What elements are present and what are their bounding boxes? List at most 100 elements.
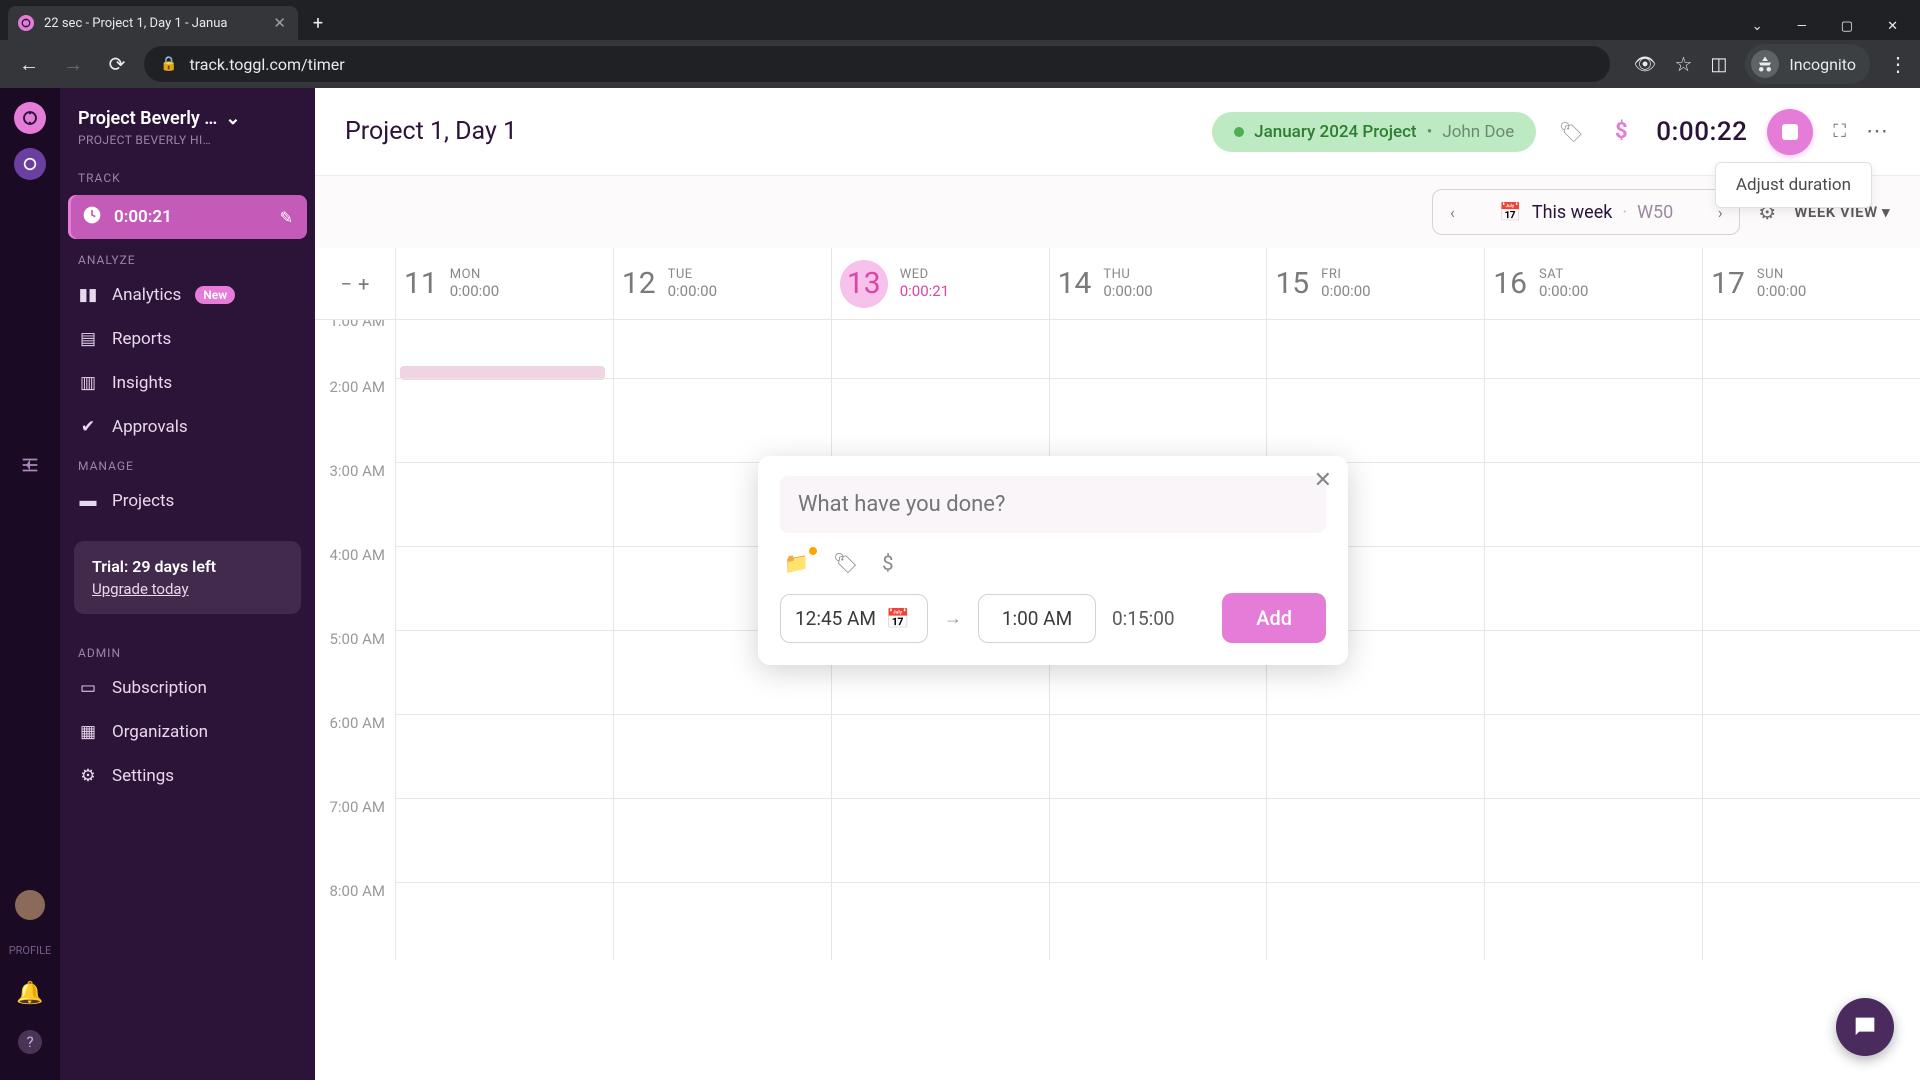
sidebar-item-settings[interactable]: ⚙Settings [60,754,315,798]
profile-avatar-icon[interactable] [15,890,45,920]
entry-title[interactable]: Project 1, Day 1 [345,117,517,146]
tag-icon[interactable]: 🏷 [1556,120,1586,144]
profile-label: PROFILE [9,944,52,957]
running-timer-entry[interactable]: 0:00:21 ✎ [68,195,307,239]
project-color-dot [1234,127,1244,137]
favicon-icon [18,15,34,31]
reload-button[interactable]: ⟳ [100,47,134,81]
week-number: W50 [1637,202,1673,223]
duration-display[interactable]: 0:15:00 [1112,607,1175,630]
sidebar-item-projects[interactable]: ▬Projects [60,479,315,523]
more-icon[interactable]: ⋯ [1866,119,1890,144]
hour-label: 3:00 AM [315,462,395,546]
day-header-fri[interactable]: 15FRI0:00:00 [1266,248,1484,319]
sidebar-item-reports[interactable]: ▤Reports [60,317,315,361]
close-tab-icon[interactable]: ✕ [273,14,286,32]
folder-icon: ▬ [78,491,98,511]
zoom-out-button[interactable]: − [341,272,352,296]
browser-chrome: 22 sec - Project 1, Day 1 - Janua ✕ + ⌄ … [0,0,1920,88]
trial-title: Trial: 29 days left [92,557,283,576]
app-rail: PROFILE 🔔 ? [0,88,60,1080]
project-chip[interactable]: January 2024 Project • John Doe [1212,112,1536,152]
card-icon: ▭ [78,678,98,698]
day-header-mon[interactable]: 11MON0:00:00 [395,248,613,319]
day-header-tue[interactable]: 12TUE0:00:00 [613,248,831,319]
trial-card: Trial: 29 days left Upgrade today [74,541,301,614]
forward-button: → [56,47,90,81]
timer-bar: Project 1, Day 1 January 2024 Project • … [315,88,1920,176]
extensions-icon[interactable]: ◫ [1710,54,1727,75]
chrome-menu-icon[interactable]: ⋮ [1888,52,1908,76]
day-headers: − + 11MON0:00:00 12TUE0:00:00 13WED0:00:… [315,248,1920,320]
time-gutter: 1:00 AM 2:00 AM 3:00 AM 4:00 AM 5:00 AM … [315,320,395,960]
day-column[interactable] [1484,320,1702,960]
add-entry-button[interactable]: Add [1222,593,1326,643]
description-input[interactable] [780,476,1326,533]
incognito-chip[interactable]: Incognito [1745,44,1870,84]
day-header-sat[interactable]: 16SAT0:00:00 [1484,248,1702,319]
eye-off-icon[interactable]: 👁 [1634,54,1657,75]
section-admin-label: ADMIN [60,636,315,666]
expand-icon[interactable]: ⛶ [1833,121,1846,142]
day-header-thu[interactable]: 14THU0:00:00 [1049,248,1267,319]
timer-display[interactable]: 0:00:22 [1656,117,1747,147]
new-tab-button[interactable]: + [304,9,332,37]
workspace-selector[interactable]: Project Beverly …⌄ [78,108,297,129]
notifications-icon[interactable]: 🔔 [16,981,43,1006]
date-range-button[interactable]: 📅 This week · W50 [1471,202,1701,223]
workspace-switcher-icon[interactable] [14,148,46,180]
incognito-label: Incognito [1789,55,1856,74]
collapse-sidebar-icon[interactable] [19,454,41,480]
bookmark-icon[interactable]: ☆ [1674,52,1692,76]
intercom-launcher[interactable] [1836,998,1894,1056]
sidebar: Project Beverly …⌄ PROJECT BEVERLY HI… T… [60,88,315,1080]
billable-toggle-icon[interactable]: $ [882,551,893,575]
day-header-sun[interactable]: 17SUN0:00:00 [1702,248,1920,319]
sidebar-item-subscription[interactable]: ▭Subscription [60,666,315,710]
day-header-wed[interactable]: 13WED0:00:21 [831,248,1049,319]
project-name: January 2024 Project [1254,122,1416,142]
project-select-icon[interactable]: 📁 [784,551,809,575]
chevron-down-icon: ⌄ [225,108,240,129]
tag-select-icon[interactable]: 🏷 [833,551,858,575]
hour-label: 2:00 AM [315,378,395,462]
sidebar-item-approvals[interactable]: ✔Approvals [60,405,315,449]
back-button[interactable]: ← [12,47,46,81]
end-time-input[interactable]: 1:00 AM [978,594,1096,643]
hour-label: 4:00 AM [315,546,395,630]
day-column[interactable] [1702,320,1920,960]
edit-icon[interactable]: ✎ [280,208,293,227]
sidebar-item-organization[interactable]: ▦Organization [60,710,315,754]
day-column[interactable] [395,320,613,960]
incognito-icon [1751,50,1779,78]
hour-label: 7:00 AM [315,798,395,882]
chevron-down-icon[interactable]: ⌄ [1752,19,1763,34]
prev-week-button[interactable]: ‹ [1433,203,1471,222]
lock-icon: 🔒 [160,56,177,72]
hour-label: 8:00 AM [315,882,395,960]
stop-button[interactable] [1767,109,1813,155]
billable-icon[interactable]: $ [1606,119,1636,144]
minimize-icon[interactable]: ― [1797,19,1807,34]
running-time: 0:00:21 [114,207,268,227]
zoom-in-button[interactable]: + [358,272,369,296]
workspace-subtitle: PROJECT BEVERLY HI… [78,133,297,147]
address-bar[interactable]: 🔒 track.toggl.com/timer [144,46,1610,82]
upgrade-link[interactable]: Upgrade today [92,580,283,598]
help-icon[interactable]: ? [18,1030,42,1054]
new-badge: New [195,286,235,304]
toggl-logo-icon[interactable] [14,102,46,134]
section-analyze-label: ANALYZE [60,243,315,273]
sidebar-item-analytics[interactable]: ▮▮AnalyticsNew [60,273,315,317]
browser-tab[interactable]: 22 sec - Project 1, Day 1 - Janua ✕ [8,6,298,40]
hour-label: 6:00 AM [315,714,395,798]
close-popup-icon[interactable]: ✕ [1314,468,1332,493]
check-circle-icon: ✔ [78,417,98,437]
maximize-icon[interactable]: ▢ [1841,19,1853,34]
sidebar-item-insights[interactable]: ▥Insights [60,361,315,405]
close-window-icon[interactable]: ✕ [1887,19,1898,34]
arrow-right-icon: → [944,608,962,629]
insights-icon: ▥ [78,373,98,393]
bar-chart-icon: ▮▮ [78,285,98,305]
start-time-input[interactable]: 12:45 AM📅 [780,594,928,643]
